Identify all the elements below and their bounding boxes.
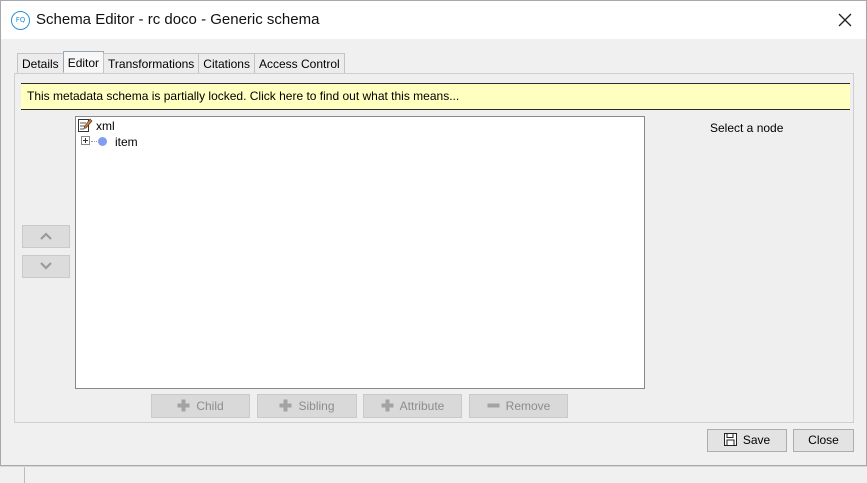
- window-title: Schema Editor - rc doco - Generic schema: [36, 11, 320, 28]
- floppy-disk-icon: [723, 433, 737, 447]
- status-divider: [24, 467, 25, 483]
- save-label: Save: [742, 433, 771, 447]
- move-down-button[interactable]: [22, 255, 70, 278]
- tab-access-control[interactable]: Access Control: [253, 53, 345, 74]
- schema-editor-window: FQ Schema Editor - rc doco - Generic sch…: [0, 0, 867, 466]
- add-attribute-button[interactable]: Attribute: [363, 394, 462, 418]
- expand-item-button[interactable]: [81, 136, 90, 145]
- remove-label: Remove: [505, 399, 551, 413]
- add-child-label: Child: [196, 399, 224, 413]
- editor-panel: This metadata schema is partially locked…: [14, 73, 854, 423]
- close-icon: [838, 13, 852, 27]
- remove-button[interactable]: Remove: [469, 394, 568, 418]
- dot-node-icon: [98, 137, 107, 146]
- add-icon: [177, 399, 190, 412]
- tab-citations[interactable]: Citations: [198, 53, 255, 74]
- tab-bar: Details Editor Transformations Citations…: [17, 51, 345, 74]
- tree-connector: [91, 141, 97, 142]
- tree-node-item[interactable]: item: [115, 134, 138, 150]
- node-details-placeholder: Select a node: [710, 121, 784, 135]
- add-child-button[interactable]: Child: [151, 394, 250, 418]
- move-up-button[interactable]: [22, 225, 70, 248]
- close-button[interactable]: Close: [793, 429, 854, 452]
- app-logo-icon: FQ: [11, 11, 30, 30]
- chevron-down-icon: [40, 262, 52, 270]
- add-icon: [279, 399, 292, 412]
- add-icon: [381, 399, 394, 412]
- chevron-up-icon: [40, 232, 52, 240]
- minus-icon: [487, 403, 500, 408]
- add-attribute-label: Attribute: [399, 399, 445, 413]
- add-sibling-label: Sibling: [298, 399, 335, 413]
- status-strip: [0, 466, 867, 483]
- tab-details[interactable]: Details: [17, 53, 64, 74]
- tree-root-label: xml: [96, 119, 115, 133]
- tab-editor[interactable]: Editor: [62, 51, 105, 72]
- tab-transformations[interactable]: Transformations: [103, 53, 200, 74]
- save-button[interactable]: Save: [707, 429, 787, 452]
- window-close-button[interactable]: [832, 7, 858, 33]
- edit-document-icon: [78, 118, 93, 132]
- plus-icon: [83, 138, 88, 143]
- add-sibling-button[interactable]: Sibling: [257, 394, 357, 418]
- locked-notice-banner[interactable]: This metadata schema is partially locked…: [21, 83, 850, 110]
- schema-tree[interactable]: xml item: [75, 116, 645, 389]
- title-bar: FQ Schema Editor - rc doco - Generic sch…: [1, 1, 866, 39]
